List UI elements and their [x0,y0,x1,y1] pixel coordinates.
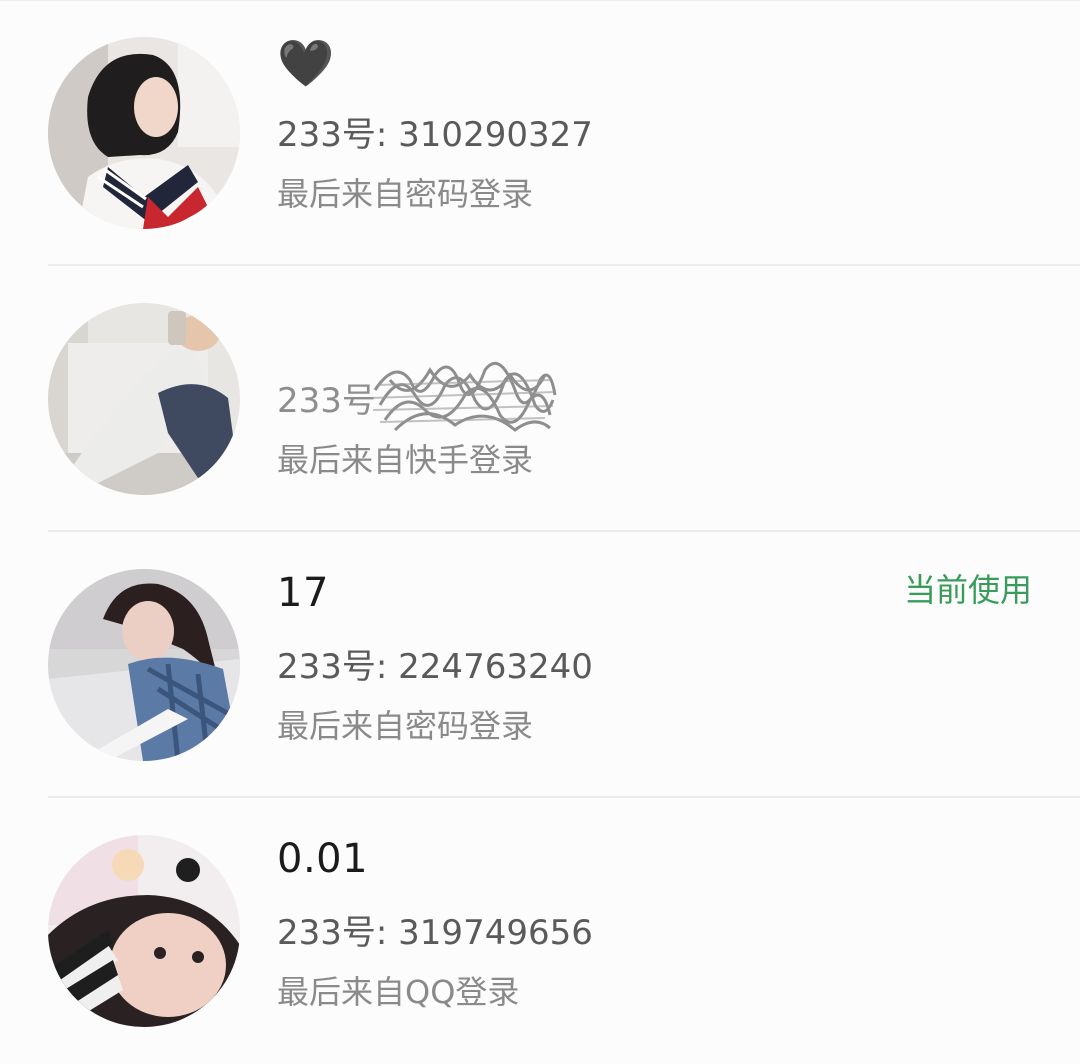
avatar [48,569,240,761]
avatar-photo-girl-plaid-shirt-icon [48,569,240,761]
id-prefix: 233号 [277,381,376,421]
last-login-method: 最后来自密码登录 [277,175,534,213]
nickname: 🖤 [277,36,335,90]
id-value: 310290327 [398,115,593,155]
id-prefix: 233号: [277,647,388,687]
nickname: 17 [277,570,329,616]
avatar-photo-sailor-uniform-icon [48,37,240,229]
account-id: 233号: 319749656 [277,910,593,956]
account-row-1[interactable]: 🖤 233号: 310290327 最后来自密码登录 [0,0,1080,266]
id-prefix: 233号: [277,115,388,155]
account-row-4[interactable]: 0.01 233号: 319749656 最后来自QQ登录 [0,798,1080,1064]
id-value: 224763240 [398,647,593,687]
current-account-badge: 当前使用 [903,571,1032,609]
nickname: 0.01 [277,836,369,882]
last-login-method: 最后来自QQ登录 [277,973,520,1011]
last-login-method: 最后来自密码登录 [277,707,534,745]
avatar [48,303,240,495]
avatar [48,835,240,1027]
redaction-scribble [369,361,557,432]
account-id: 233号: 224763240 [277,644,593,690]
account-id: 233号: 310290327 [277,112,593,158]
avatar-photo-child-icon [48,835,240,1027]
account-id: 233号 [277,378,376,424]
avatar [48,37,240,229]
id-prefix: 233号: [277,913,388,953]
last-login-method: 最后来自快手登录 [277,441,534,479]
id-value: 319749656 [398,913,593,953]
avatar-photo-sitting-person-icon [48,303,240,495]
